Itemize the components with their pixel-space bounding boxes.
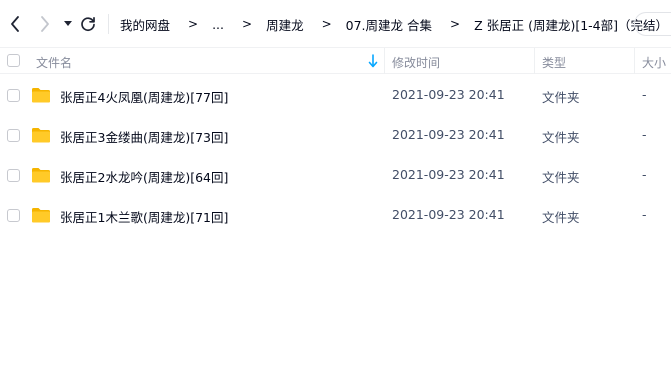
column-header: 文件名 修改时间 类型 大小: [0, 47, 671, 74]
chevron-right-icon: [41, 16, 49, 32]
file-row[interactable]: 张居正3金缕曲(周建龙)[73回] 2021-09-23 20:41 文件夹 -: [0, 115, 671, 155]
folder-icon: [32, 88, 50, 103]
select-all-checkbox[interactable]: [7, 54, 20, 67]
column-divider[interactable]: [634, 48, 635, 74]
refresh-icon: [81, 16, 95, 31]
file-name[interactable]: 张居正2水龙吟(周建龙)[64回]: [60, 167, 228, 186]
forward-button[interactable]: [36, 14, 54, 34]
file-row[interactable]: 张居正4火凤凰(周建龙)[77回] 2021-09-23 20:41 文件夹 -: [0, 75, 671, 115]
breadcrumb-separator: >: [188, 17, 199, 31]
breadcrumb-item-root[interactable]: 我的网盘: [120, 15, 170, 34]
row-checkbox[interactable]: [7, 129, 20, 142]
refresh-button[interactable]: [79, 14, 97, 34]
toolbar: 我的网盘 > ... > 周建龙 > 07.周建龙 合集 > Z 张居正 (周建…: [0, 0, 671, 48]
back-button[interactable]: [6, 14, 24, 34]
file-row[interactable]: 张居正2水龙吟(周建龙)[64回] 2021-09-23 20:41 文件夹 -: [0, 155, 671, 195]
folder-icon: [32, 168, 50, 183]
row-checkbox[interactable]: [7, 209, 20, 222]
file-modified-time: 2021-09-23 20:41: [392, 207, 505, 222]
history-dropdown-button[interactable]: [60, 14, 76, 34]
file-type: 文件夹: [542, 210, 580, 225]
file-list: 张居正4火凤凰(周建龙)[77回] 2021-09-23 20:41 文件夹 -…: [0, 75, 671, 235]
folder-icon: [32, 208, 50, 223]
toolbar-divider: [108, 14, 109, 34]
breadcrumb-item-ellipsis[interactable]: ...: [212, 17, 224, 32]
search-box[interactable]: [634, 12, 671, 36]
caret-down-icon: [64, 21, 72, 26]
file-name[interactable]: 张居正1木兰歌(周建龙)[71回]: [60, 207, 228, 226]
file-name[interactable]: 张居正4火凤凰(周建龙)[77回]: [60, 87, 228, 106]
file-name[interactable]: 张居正3金缕曲(周建龙)[73回]: [60, 127, 228, 146]
file-size: -: [642, 127, 647, 142]
column-divider[interactable]: [534, 48, 535, 74]
column-header-type[interactable]: 类型: [542, 54, 566, 71]
row-checkbox[interactable]: [7, 169, 20, 182]
row-checkbox[interactable]: [7, 89, 20, 102]
file-size: -: [642, 167, 647, 182]
file-modified-time: 2021-09-23 20:41: [392, 167, 505, 182]
file-row[interactable]: 张居正1木兰歌(周建龙)[71回] 2021-09-23 20:41 文件夹 -: [0, 195, 671, 235]
sort-down-arrow-icon[interactable]: [368, 54, 378, 68]
breadcrumb: 我的网盘 > ... > 周建龙 > 07.周建龙 合集 > Z 张居正 (周建…: [120, 15, 671, 33]
column-header-size[interactable]: 大小: [642, 54, 666, 71]
file-size: -: [642, 207, 647, 222]
folder-icon: [32, 128, 50, 143]
file-modified-time: 2021-09-23 20:41: [392, 127, 505, 142]
breadcrumb-separator: >: [321, 17, 332, 31]
breadcrumb-item-collection[interactable]: 07.周建龙 合集: [346, 15, 432, 34]
file-type: 文件夹: [542, 90, 580, 105]
column-divider[interactable]: [384, 48, 385, 74]
column-header-name[interactable]: 文件名: [36, 54, 72, 71]
chevron-left-icon: [11, 16, 19, 32]
file-modified-time: 2021-09-23 20:41: [392, 87, 505, 102]
breadcrumb-separator: >: [242, 17, 253, 31]
breadcrumb-item-author[interactable]: 周建龙: [266, 15, 304, 34]
file-type: 文件夹: [542, 170, 580, 185]
file-size: -: [642, 87, 647, 102]
column-header-modified[interactable]: 修改时间: [392, 54, 440, 71]
breadcrumb-separator: >: [450, 17, 461, 31]
file-type: 文件夹: [542, 130, 580, 145]
